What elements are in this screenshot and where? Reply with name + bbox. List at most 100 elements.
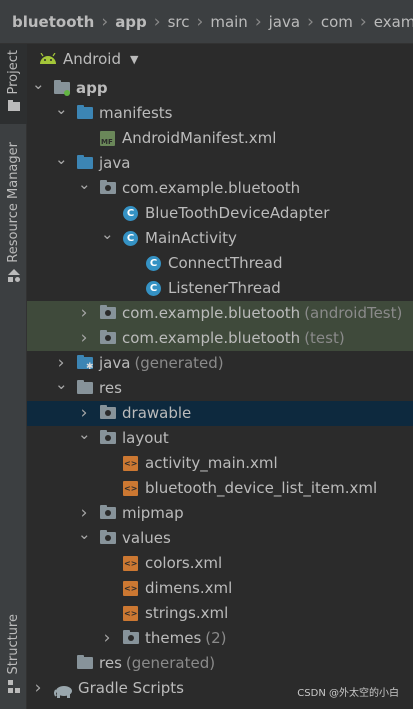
tree-row-label: res (generated) <box>99 651 215 676</box>
project-tab-folder-icon <box>7 100 20 112</box>
breadcrumb-item[interactable]: app <box>115 13 147 31</box>
tree-item-name: themes <box>145 629 202 647</box>
tree-row[interactable]: C ListenerThread <box>27 276 413 301</box>
tree-item-name: BlueToothDeviceAdapter <box>145 204 330 222</box>
tree-row-label: AndroidManifest.xml <box>122 126 276 151</box>
tree-row-label: drawable <box>122 401 191 426</box>
tree-item-name: ListenerThread <box>168 279 281 297</box>
breadcrumb-item[interactable]: main <box>210 13 247 31</box>
chevron-right-icon[interactable]: › <box>101 626 113 651</box>
tree-row[interactable]: › ✱ java (generated) <box>27 351 413 376</box>
tree-row[interactable]: ⌄ layout <box>27 425 413 451</box>
tree-row-label: themes (2) <box>145 626 227 651</box>
project-tree: ⌄ app ⌄ manifests MF AndroidManifest.xml ⌄ java… <box>27 75 413 701</box>
chevron-down-icon[interactable]: ⌄ <box>78 422 91 447</box>
tree-row[interactable]: › themes (2) <box>27 626 413 651</box>
tree-item-name: values <box>122 529 171 547</box>
chevron-down-icon[interactable]: ⌄ <box>78 172 91 197</box>
tree-row-label: ConnectThread <box>168 251 282 276</box>
structure-tab[interactable]: Structure <box>0 614 27 694</box>
breadcrumb-separator-icon: › <box>101 11 109 32</box>
tree-row-label: ListenerThread <box>168 276 281 301</box>
tree-row[interactable]: ⌄ app <box>27 75 413 101</box>
chevron-down-icon[interactable]: ⌄ <box>78 522 91 547</box>
project-tab[interactable]: Project <box>0 44 27 124</box>
tree-item-suffix: (generated) <box>125 654 216 672</box>
tree-row[interactable]: ⌄ manifests <box>27 100 413 126</box>
tree-row-label: com.example.bluetooth (test) <box>122 326 345 351</box>
chevron-right-icon[interactable]: › <box>78 326 90 351</box>
tree-row[interactable]: C BlueToothDeviceAdapter <box>27 201 413 226</box>
tree-item-name: app <box>76 79 108 97</box>
tree-row[interactable]: ⌄ res <box>27 375 413 401</box>
xml-file-icon: <> <box>123 481 139 496</box>
chevron-down-icon[interactable]: ⌄ <box>55 147 68 172</box>
tree-row[interactable]: C ConnectThread <box>27 251 413 276</box>
breadcrumb-separator-icon: › <box>359 11 367 32</box>
tree-row-label: MainActivity <box>145 226 237 251</box>
tree-item-name: drawable <box>122 404 192 422</box>
view-mode-label: Android <box>63 50 121 68</box>
tree-item-suffix: (androidTest) <box>304 304 403 322</box>
tree-row[interactable]: <> dimens.xml <box>27 576 413 601</box>
xml-file-icon: <> <box>123 581 139 596</box>
resource-manager-tab[interactable]: Resource Manager <box>0 142 27 283</box>
class-icon: C <box>146 256 162 271</box>
chevron-down-icon[interactable]: ⌄ <box>101 222 114 247</box>
tree-row[interactable]: ⌄ values <box>27 525 413 551</box>
breadcrumb-item[interactable]: src <box>168 13 190 31</box>
tree-item-suffix: (test) <box>304 329 345 347</box>
package-folder-icon <box>100 330 116 346</box>
chevron-right-icon[interactable]: › <box>78 301 90 326</box>
xml-file-icon: <> <box>123 456 139 471</box>
tree-item-name: MainActivity <box>145 229 237 247</box>
watermark: CSDN @外太空的小白 <box>297 688 399 699</box>
source-folder-icon <box>77 155 93 171</box>
tree-item-name: java <box>99 354 131 372</box>
tree-row-label: Gradle Scripts <box>78 676 184 701</box>
project-tab-label: Project <box>6 50 21 95</box>
tree-item-suffix: (generated) <box>134 354 224 372</box>
breadcrumb-item[interactable]: bluetooth <box>12 13 94 31</box>
tree-row[interactable]: <> colors.xml <box>27 551 413 576</box>
tree-row-label: java <box>99 151 130 176</box>
xml-file-icon: <> <box>123 556 139 571</box>
package-folder-icon <box>100 405 116 421</box>
structure-tab-label: Structure <box>6 614 21 675</box>
tree-row-label: com.example.bluetooth (androidTest) <box>122 301 402 326</box>
tree-row-label: java (generated) <box>99 351 224 376</box>
tree-item-name: ConnectThread <box>168 254 283 272</box>
project-view-header: Android ▼ <box>27 44 413 74</box>
resource-manager-tab-label: Resource Manager <box>6 142 21 263</box>
package-folder-icon <box>100 430 116 446</box>
breadcrumb-item[interactable]: com <box>321 13 353 31</box>
class-icon: C <box>123 206 139 221</box>
breadcrumb-separator-icon: › <box>254 11 262 32</box>
tree-row[interactable]: › com.example.bluetooth (androidTest) <box>27 301 413 326</box>
chevron-down-icon[interactable]: ⌄ <box>55 372 68 397</box>
tree-row[interactable]: MF AndroidManifest.xml <box>27 126 413 151</box>
tree-row-label: strings.xml <box>145 601 228 626</box>
tree-row[interactable]: ⌄ C MainActivity <box>27 225 413 251</box>
breadcrumb-item[interactable]: java <box>269 13 300 31</box>
chevron-right-icon[interactable]: › <box>32 676 44 701</box>
tree-row[interactable]: ⌄ com.example.bluetooth <box>27 175 413 201</box>
xml-file-icon: <> <box>123 606 139 621</box>
tree-row[interactable]: <> strings.xml <box>27 601 413 626</box>
package-folder-icon <box>100 505 116 521</box>
tree-item-name: manifests <box>99 104 173 122</box>
tree-row[interactable]: res (generated) <box>27 651 413 676</box>
chevron-down-icon: ▼ <box>130 52 139 66</box>
chevron-down-icon[interactable]: ⌄ <box>32 72 45 97</box>
tree-item-name: bluetooth_device_list_item.xml <box>145 479 378 497</box>
tree-row[interactable]: <> activity_main.xml <box>27 451 413 476</box>
tree-item-name: strings.xml <box>145 604 229 622</box>
chevron-down-icon[interactable]: ⌄ <box>55 97 68 122</box>
tree-row[interactable]: › com.example.bluetooth (test) <box>27 326 413 351</box>
source-folder-icon <box>77 105 93 121</box>
folder-icon <box>77 655 93 671</box>
tree-row-label: app <box>76 76 108 101</box>
tree-row[interactable]: <> bluetooth_device_list_item.xml <box>27 476 413 501</box>
breadcrumb-item[interactable]: example <box>374 13 413 31</box>
view-mode-selector[interactable]: Android ▼ <box>63 50 138 68</box>
